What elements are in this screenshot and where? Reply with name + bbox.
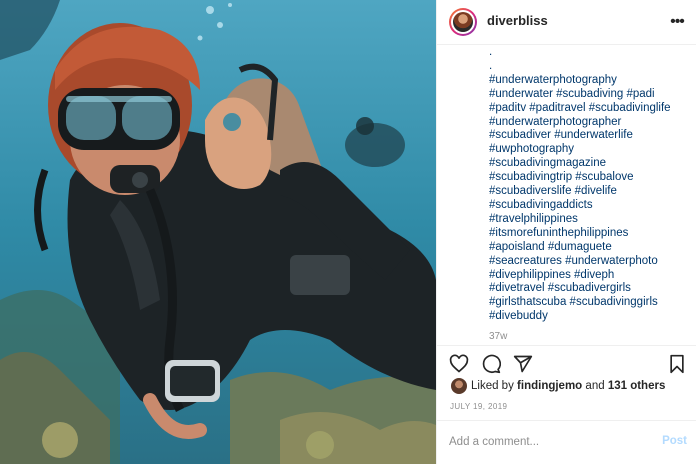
post-date[interactable]: JULY 19, 2019 [450,402,507,411]
bookmark-icon[interactable] [667,354,687,374]
liker-avatar[interactable] [451,378,467,394]
avatar-image [453,12,473,32]
likes-joiner: and [585,380,605,392]
likes-prefix: Liked by [471,380,514,392]
post-photo[interactable] [0,0,436,464]
heart-icon[interactable] [449,354,469,374]
comment-box: Post [437,420,696,464]
caption-area: . . #underwaterphotography #underwater #… [437,45,696,345]
username-link[interactable]: diverbliss [487,13,548,28]
post-side-panel: diverbliss ••• . . #underwaterphotograph… [436,0,696,464]
likes-row: Liked by findingjemo and 131 others [449,378,689,396]
share-icon[interactable] [513,354,533,374]
comment-input[interactable] [449,431,639,453]
post-comment-button[interactable]: Post [662,435,687,447]
post-header: diverbliss ••• [437,0,696,45]
time-ago[interactable]: 37w [489,331,507,342]
avatar[interactable] [449,8,477,36]
post-actions [437,345,696,379]
more-options-icon[interactable]: ••• [667,12,687,32]
liker-username-link[interactable]: findingjemo [517,380,582,392]
comment-icon[interactable] [481,354,501,374]
scuba-diver-photo [0,0,436,464]
likes-others-link[interactable]: 131 others [608,380,666,392]
caption-hashtags[interactable]: . . #underwaterphotography #underwater #… [489,46,689,324]
likes-text: Liked by findingjemo and 131 others [471,380,665,392]
